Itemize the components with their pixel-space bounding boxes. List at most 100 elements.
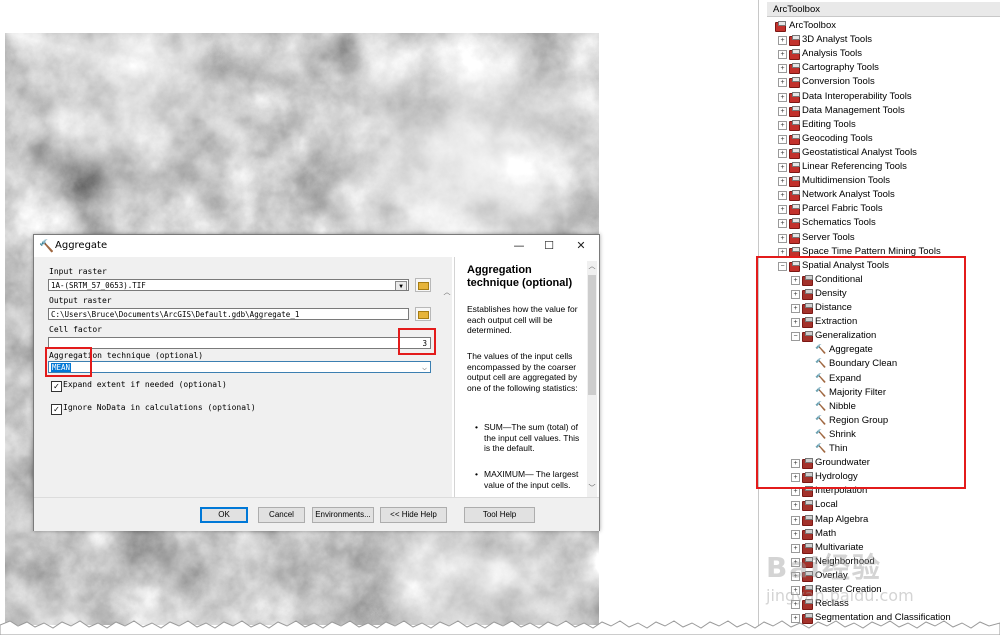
tree-item-subset[interactable]: + Local <box>767 498 1000 512</box>
output-raster-input[interactable]: C:\Users\Bruce\Documents\ArcGIS\Default.… <box>48 308 409 320</box>
torn-edge <box>0 620 1000 635</box>
expand-icon[interactable]: + <box>778 78 787 88</box>
help-pane: Aggregation technique (optional) Establi… <box>454 257 598 497</box>
aggregate-dialog: 🔨 Aggregate — ☐ ✕ Input raster 1A-(SRTM_… <box>33 234 600 531</box>
toolbox-icon <box>789 176 800 188</box>
toolbox-icon <box>789 133 800 145</box>
tree-item-toolset[interactable]: + Network Analyst Tools <box>767 188 1000 202</box>
maximize-button[interactable]: ☐ <box>534 237 564 255</box>
expand-icon[interactable]: + <box>778 36 787 46</box>
tree-item-toolset[interactable]: + Schematics Tools <box>767 216 1000 230</box>
bullet-icon: • <box>475 422 478 432</box>
tree-item-label: Linear Referencing Tools <box>802 161 907 172</box>
tree-item-toolset[interactable]: +3D Analyst Tools <box>767 33 1000 47</box>
expand-icon[interactable]: + <box>791 501 800 511</box>
ok-button[interactable]: OK <box>200 507 248 523</box>
toolbox-icon <box>789 162 800 173</box>
tree-item-toolset[interactable]: + Conversion Tools <box>767 75 1000 89</box>
help-paragraph: The values of the input cells encompasse… <box>467 351 578 393</box>
browse-input-button[interactable] <box>415 278 431 292</box>
tree-item-label: Cartography Tools <box>802 62 879 74</box>
aggregation-technique-select[interactable]: MEAN ⌵ <box>48 361 431 373</box>
help-bullet: • SUM—The sum (total) of the input cell … <box>475 422 580 453</box>
parameters-scrollbar[interactable]: ︿ ﹀ <box>442 287 452 517</box>
minimize-button[interactable]: — <box>504 237 534 255</box>
expand-icon[interactable]: + <box>778 106 787 116</box>
tree-item-label: Conversion Tools <box>802 76 875 88</box>
expand-icon[interactable]: + <box>791 529 800 539</box>
tree-item-label: Schematics Tools <box>802 217 876 229</box>
toolbox-icon <box>789 190 800 202</box>
tool-help-button[interactable]: Tool Help <box>464 507 535 523</box>
watermark-url: jingyan.baidu.com <box>766 586 914 605</box>
tree-item-label: Map Algebra <box>815 513 869 525</box>
watermark-logo-text: Bai经验 <box>766 551 882 584</box>
hide-help-button[interactable]: << Hide Help <box>380 507 447 523</box>
tree-item-toolset[interactable]: + Server Tools <box>767 231 1000 245</box>
tree-item-label: Data Management Tools <box>802 104 905 116</box>
tree-item-toolset[interactable]: + Analysis Tools <box>767 47 1000 61</box>
expand-icon[interactable]: + <box>778 92 787 102</box>
help-scrollbar[interactable]: ︿ ﹀ <box>587 261 597 497</box>
tree-item-label: Local <box>815 499 838 511</box>
scroll-up-icon[interactable]: ︿ <box>587 261 597 271</box>
parameters-pane: Input raster 1A-(SRTM_57_0653).TIF ▼ Out… <box>34 257 452 512</box>
expand-icon[interactable]: + <box>778 50 787 60</box>
tree-item-toolset[interactable]: + Geocoding Tools <box>767 132 1000 146</box>
tree-item-toolset[interactable]: + Parcel Fabric Tools <box>767 202 1000 216</box>
tree-item-toolset[interactable]: + Linear Referencing Tools <box>767 160 1000 174</box>
tree-item-toolset[interactable]: + Data Interoperability Tools <box>767 90 1000 104</box>
expand-icon[interactable]: + <box>778 64 787 74</box>
toolbox-icon <box>789 63 800 75</box>
output-raster-value: C:\Users\Bruce\Documents\ArcGIS\Default.… <box>51 310 300 319</box>
output-raster-label: Output raster <box>49 296 112 305</box>
dialog-titlebar[interactable]: 🔨 Aggregate — ☐ ✕ <box>34 235 599 257</box>
expand-icon[interactable]: + <box>778 120 787 130</box>
help-title: Aggregation technique (optional) <box>467 264 573 289</box>
highlight-box-spatial-analyst <box>756 256 966 489</box>
expand-icon[interactable]: + <box>778 148 787 158</box>
ignore-nodata-label: Ignore NoData in calculations (optional) <box>63 403 256 412</box>
tree-item-subset[interactable]: + Math <box>767 527 1000 541</box>
highlight-box-cell-factor <box>398 328 436 355</box>
toolbox-icon <box>789 204 800 216</box>
hammer-icon: 🔨 <box>39 239 54 253</box>
expand-icon[interactable]: + <box>778 163 787 172</box>
close-button[interactable]: ✕ <box>566 237 596 255</box>
cell-factor-input[interactable]: 3 <box>48 337 431 349</box>
bullet-icon: • <box>475 469 478 479</box>
toolbox-icon <box>789 119 800 131</box>
expand-icon[interactable]: + <box>791 515 800 525</box>
expand-extent-label: Expand extent if needed (optional) <box>63 380 227 389</box>
expand-icon[interactable]: + <box>778 177 787 187</box>
expand-extent-checkbox[interactable]: ✓ <box>51 381 62 392</box>
browse-output-button[interactable] <box>415 307 431 321</box>
tree-root-arctoolbox[interactable]: ArcToolbox <box>767 19 1000 33</box>
input-raster-dropdown[interactable]: 1A-(SRTM_57_0653).TIF ▼ <box>48 279 409 291</box>
expand-icon[interactable]: + <box>778 219 787 229</box>
cancel-button[interactable]: Cancel <box>258 507 305 523</box>
expand-icon[interactable]: + <box>778 191 787 201</box>
scroll-up-icon[interactable]: ︿ <box>442 287 452 297</box>
help-scroll-thumb[interactable] <box>588 275 596 395</box>
expand-icon[interactable]: + <box>778 134 787 144</box>
tree-item-toolset[interactable]: + Data Management Tools <box>767 104 1000 118</box>
tree-item-toolset[interactable]: + Cartography Tools <box>767 61 1000 75</box>
expand-icon[interactable]: + <box>778 205 787 215</box>
environments-button[interactable]: Environments... <box>312 507 374 523</box>
expand-icon[interactable]: + <box>778 233 787 243</box>
toolbox-icon <box>789 232 800 244</box>
chevron-down-icon[interactable]: ⌵ <box>422 362 427 372</box>
tree-item-toolset[interactable]: + Multidimension Tools <box>767 174 1000 188</box>
tree-item-toolset[interactable]: + Editing Tools <box>767 118 1000 132</box>
tree-item-toolset[interactable]: + Geostatistical Analyst Tools <box>767 146 1000 160</box>
scroll-down-icon[interactable]: ﹀ <box>587 483 597 493</box>
tree-item-label: Parcel Fabric Tools <box>802 203 883 215</box>
tree-item-subset[interactable]: + Map Algebra <box>767 513 1000 527</box>
tree-item-label: Server Tools <box>802 231 855 243</box>
tree-item-label: Data Interoperability Tools <box>802 90 912 102</box>
ignore-nodata-checkbox[interactable]: ✓ <box>51 404 62 415</box>
dropdown-arrow-icon[interactable]: ▼ <box>395 281 407 290</box>
tree-item-label: Geocoding Tools <box>802 132 873 144</box>
toolbox-icon <box>789 91 800 103</box>
